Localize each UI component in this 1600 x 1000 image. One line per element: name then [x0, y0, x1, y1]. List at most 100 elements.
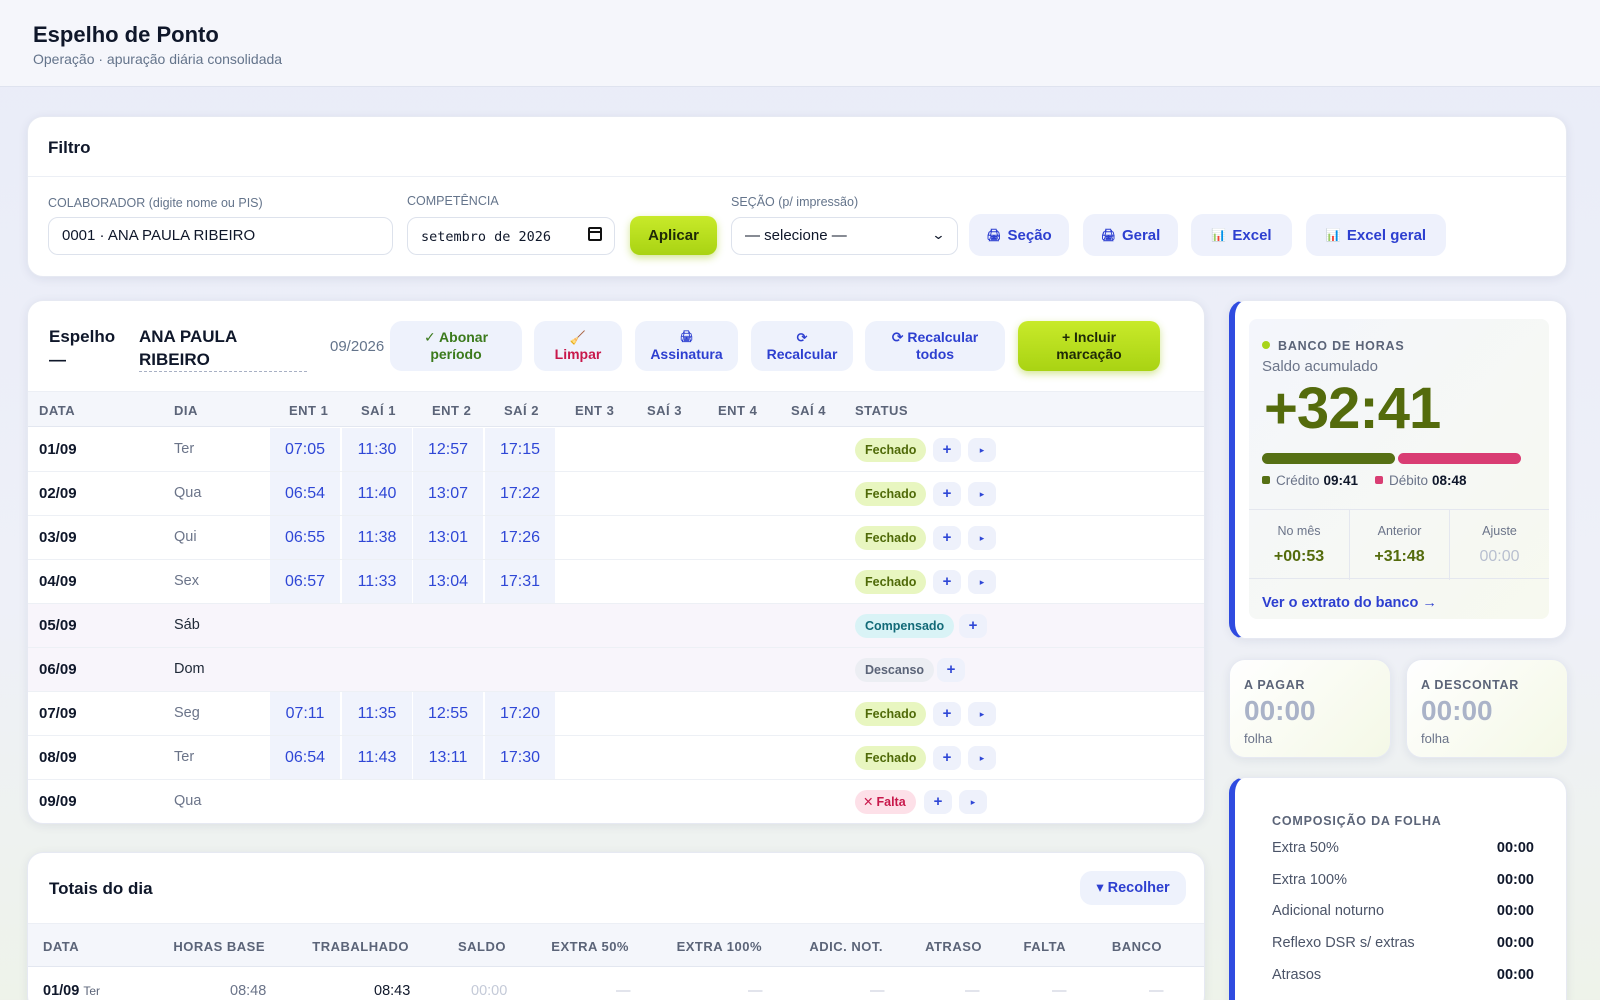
status-label: Fechado: [865, 443, 917, 457]
punch-time[interactable]: 17:30: [485, 736, 555, 779]
add-punch-button[interactable]: +: [933, 438, 961, 462]
row-weekday: Seg: [174, 705, 200, 721]
assinatura-button[interactable]: 🖨 Assinatura: [635, 321, 738, 371]
add-punch-button[interactable]: +: [933, 702, 961, 726]
column-header: FALTA: [1023, 939, 1066, 954]
row-date: 05/09: [39, 617, 77, 634]
a-descontar-card: A DESCONTAR 00:00 folha: [1406, 659, 1568, 758]
totais-base: 08:48: [230, 983, 267, 999]
a-pagar-label: A PAGAR: [1244, 678, 1306, 692]
punch-time[interactable]: 11:43: [342, 736, 412, 779]
a-descontar-value: 00:00: [1421, 695, 1493, 726]
row-weekday: Qua: [174, 793, 202, 809]
totais-banco: —: [1149, 983, 1164, 999]
page-subtitle: Operação · apuração diária consolidada: [33, 51, 283, 67]
punch-time[interactable]: 12:55: [413, 692, 483, 735]
status-badge: Fechado: [855, 482, 927, 506]
punch-time[interactable]: 06:54: [270, 736, 340, 779]
punch-time[interactable]: 06:57: [270, 560, 340, 603]
row-details-button[interactable]: ▸: [968, 702, 996, 726]
row-details-button[interactable]: ▸: [968, 438, 996, 462]
row-details-button[interactable]: ▸: [968, 746, 996, 770]
recalcular-todos-button[interactable]: ⟳ Recalcular todos: [865, 321, 1005, 371]
add-punch-button[interactable]: +: [959, 614, 987, 638]
recalcular-button[interactable]: ⟳ Recalcular: [751, 321, 853, 371]
punch-time[interactable]: 17:31: [485, 560, 555, 603]
folha-item-label: Atrasos: [1272, 966, 1322, 983]
row-details-button[interactable]: ▸: [959, 790, 987, 814]
punch-time[interactable]: 11:33: [342, 560, 412, 603]
column-header: BANCO: [1111, 939, 1162, 954]
folha-item: Atrasos 00:00: [1272, 967, 1534, 983]
punch-time[interactable]: 07:11: [270, 692, 340, 735]
table-row: 02/09 Qua 06:54 11:40 13:07 17:22 Fechado + ▸: [28, 472, 1204, 516]
status-label: Falta: [876, 795, 906, 809]
row-date: 08/09: [39, 749, 77, 766]
ver-extrato-link[interactable]: Ver o extrato do banco →: [1262, 595, 1437, 611]
punch-time[interactable]: 17:22: [485, 472, 555, 515]
add-punch-button[interactable]: +: [933, 746, 961, 770]
row-date: 02/09: [39, 485, 77, 502]
punch-time[interactable]: 17:26: [485, 516, 555, 559]
competencia-input[interactable]: setembro de 2026: [407, 217, 615, 255]
debito-legend: Débito 08:48: [1375, 473, 1467, 488]
status-label: Fechado: [865, 487, 917, 501]
punch-time[interactable]: 13:04: [413, 560, 483, 603]
limpar-button[interactable]: 🧹 Limpar: [534, 321, 622, 371]
add-punch-button[interactable]: +: [937, 658, 965, 682]
print-geral-button[interactable]: 🖨 Geral: [1083, 214, 1178, 256]
competencia-value: setembro de 2026: [421, 229, 552, 245]
punch-time[interactable]: 12:57: [413, 428, 483, 471]
punch-time[interactable]: 11:35: [342, 692, 412, 735]
punch-time[interactable]: 11:38: [342, 516, 412, 559]
stat-anterior-value: +31:48: [1374, 548, 1425, 565]
apply-button[interactable]: Aplicar: [630, 216, 717, 255]
status-label: Fechado: [865, 751, 917, 765]
excel-button[interactable]: 📊 Excel: [1191, 214, 1292, 256]
filter-panel: Filtro COLABORADOR (digite nome ou PIS) …: [27, 116, 1567, 277]
row-details-button[interactable]: ▸: [968, 526, 996, 550]
colaborador-label: COLABORADOR (digite nome ou PIS): [48, 196, 263, 210]
recolher-button[interactable]: ▾ Recolher: [1080, 871, 1186, 905]
status-badge: ✕ Falta: [855, 790, 916, 814]
punch-time[interactable]: 11:30: [342, 428, 412, 471]
row-details-button[interactable]: ▸: [968, 570, 996, 594]
employee-name[interactable]: ANA PAULA RIBEIRO: [139, 325, 307, 372]
print-secao-button[interactable]: 🖨 Seção: [969, 214, 1069, 256]
punch-time[interactable]: 13:11: [413, 736, 483, 779]
secao-select[interactable]: — selecione — ⌄: [731, 217, 958, 255]
add-punch-button[interactable]: +: [924, 790, 952, 814]
row-weekday: Sáb: [174, 617, 200, 633]
punch-time[interactable]: 13:01: [413, 516, 483, 559]
colaborador-input[interactable]: 0001 · ANA PAULA RIBEIRO: [48, 217, 393, 255]
punch-time[interactable]: 11:40: [342, 472, 412, 515]
punch-time[interactable]: 17:15: [485, 428, 555, 471]
printer-icon: 🖨: [986, 228, 1002, 242]
row-weekday: Qua: [174, 485, 202, 501]
status-label: Compensado: [865, 619, 945, 633]
punch-time[interactable]: 06:55: [270, 516, 340, 559]
add-punch-button[interactable]: +: [933, 482, 961, 506]
abonar-periodo-button[interactable]: ✓ Abonar período: [390, 321, 522, 371]
row-details-button[interactable]: ▸: [968, 482, 996, 506]
status-badge: Fechado: [855, 526, 927, 550]
row-date: 09/09: [39, 793, 77, 810]
punch-time[interactable]: 17:20: [485, 692, 555, 735]
punch-time[interactable]: 06:54: [270, 472, 340, 515]
excel-geral-button[interactable]: 📊 Excel geral: [1306, 214, 1446, 256]
espelho-table-header: DATA DIA ENT 1 SAÍ 1 ENT 2 SAÍ 2 ENT 3 SAÍ 3 ENT…: [28, 391, 1204, 427]
stat-ajuste: Ajuste 00:00: [1449, 510, 1549, 580]
status-label: Descanso: [865, 663, 925, 677]
row-weekday: Dom: [174, 661, 205, 677]
calendar-icon[interactable]: [588, 227, 602, 241]
table-row: 08/09 Ter 06:54 11:43 13:11 17:30 Fechado + ▸: [28, 736, 1204, 780]
stat-no-mes-label: No mês: [1277, 524, 1321, 538]
add-punch-button[interactable]: +: [933, 570, 961, 594]
folha-item: Extra 50% 00:00: [1272, 840, 1534, 856]
punch-time[interactable]: 07:05: [270, 428, 340, 471]
column-header: ENT 1: [289, 403, 329, 418]
app-header: Espelho de Ponto Operação · apuração diá…: [0, 0, 1600, 87]
punch-time[interactable]: 13:07: [413, 472, 483, 515]
add-punch-button[interactable]: +: [933, 526, 961, 550]
incluir-marcacao-button[interactable]: + Incluir marcação: [1018, 321, 1160, 371]
